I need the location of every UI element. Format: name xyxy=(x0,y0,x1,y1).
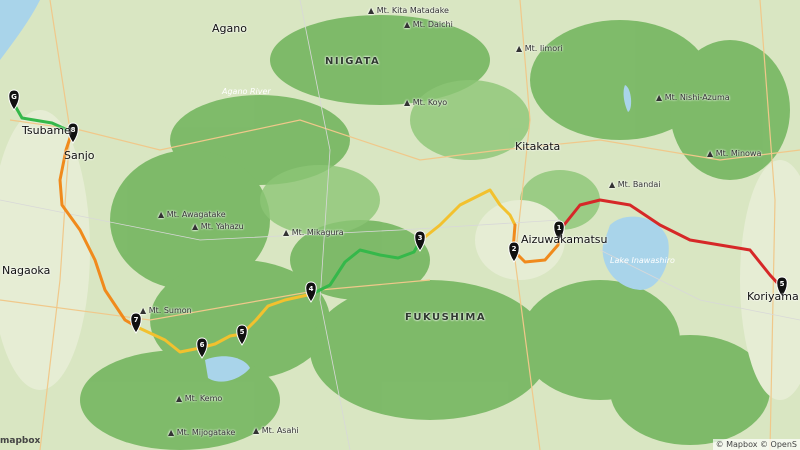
region-label: NIIGATA xyxy=(325,56,381,67)
route-layer: 1 2 3 4 5 6 7 8 G 5 xyxy=(8,89,788,359)
map-canvas[interactable]: 1 2 3 4 5 6 7 8 G 5 NIIGATA FUKUSHIMA Nagaoka Tsubam… xyxy=(0,0,800,450)
marker-label: 8 xyxy=(71,126,76,134)
mountain-label: ▲ Mt. Awagatake xyxy=(158,210,226,219)
route-marker[interactable]: 4 xyxy=(305,281,317,303)
city-label: Aizuwakamatsu xyxy=(521,233,608,246)
marker-label: G xyxy=(11,93,17,101)
marker-label: 1 xyxy=(557,224,562,232)
marker-label: 4 xyxy=(309,285,314,293)
marker-label: 5 xyxy=(240,328,245,336)
mountain-label: ▲ Mt. Mijogatake xyxy=(168,428,236,437)
route-segment xyxy=(240,292,314,336)
route-segment xyxy=(310,239,422,296)
mountain-label: ▲ Mt. Nishi-Azuma xyxy=(656,93,730,102)
mapbox-logo[interactable]: mapbox xyxy=(0,436,40,446)
route-segment xyxy=(418,188,517,243)
city-label: Sanjo xyxy=(64,149,95,162)
route-marker[interactable]: 7 xyxy=(130,312,142,334)
mountain-label: ▲ Mt. Asahi xyxy=(253,426,299,435)
route-segment xyxy=(135,325,244,354)
region-label: FUKUSHIMA xyxy=(405,312,487,323)
marker-label: 5 xyxy=(780,280,785,288)
mountain-label: ▲ Mt. Mikagura xyxy=(283,228,344,237)
route-marker[interactable]: 6 xyxy=(196,337,208,359)
mountain-label: ▲ Mt. Bandai xyxy=(609,180,661,189)
marker-label: 6 xyxy=(200,341,205,349)
water-label: Agano River xyxy=(222,87,271,96)
water-label: Lake Inawashiro xyxy=(610,256,675,265)
mountain-label: ▲ Mt. Minowa xyxy=(707,149,762,158)
mountain-label: ▲ Mt. Kemo xyxy=(176,394,223,403)
marker-label: 7 xyxy=(134,316,139,324)
city-label: Agano xyxy=(212,22,247,35)
city-label: Nagaoka xyxy=(2,264,51,277)
mountain-label: ▲ Mt. Kita Matadake xyxy=(368,6,449,15)
route-marker[interactable]: 2 xyxy=(508,241,520,263)
mountain-label: ▲ Mt. Yahazu xyxy=(192,222,244,231)
attribution[interactable]: © Mapbox © OpenS xyxy=(712,439,800,450)
city-label: Kitakata xyxy=(515,140,561,153)
mountain-label: ▲ Mt. Sumon xyxy=(140,306,192,315)
city-label: Koriyama xyxy=(747,290,799,303)
route-marker[interactable]: G xyxy=(8,89,20,111)
marker-label: 3 xyxy=(418,234,423,242)
mountain-label: ▲ Mt. Iimori xyxy=(516,44,563,53)
mountain-label: ▲ Mt. Koyo xyxy=(404,98,448,107)
route-marker[interactable]: 5 xyxy=(236,324,248,346)
city-label: Tsubame xyxy=(22,124,71,137)
mountain-label: ▲ Mt. Daichi xyxy=(404,20,453,29)
marker-label: 2 xyxy=(512,245,517,253)
